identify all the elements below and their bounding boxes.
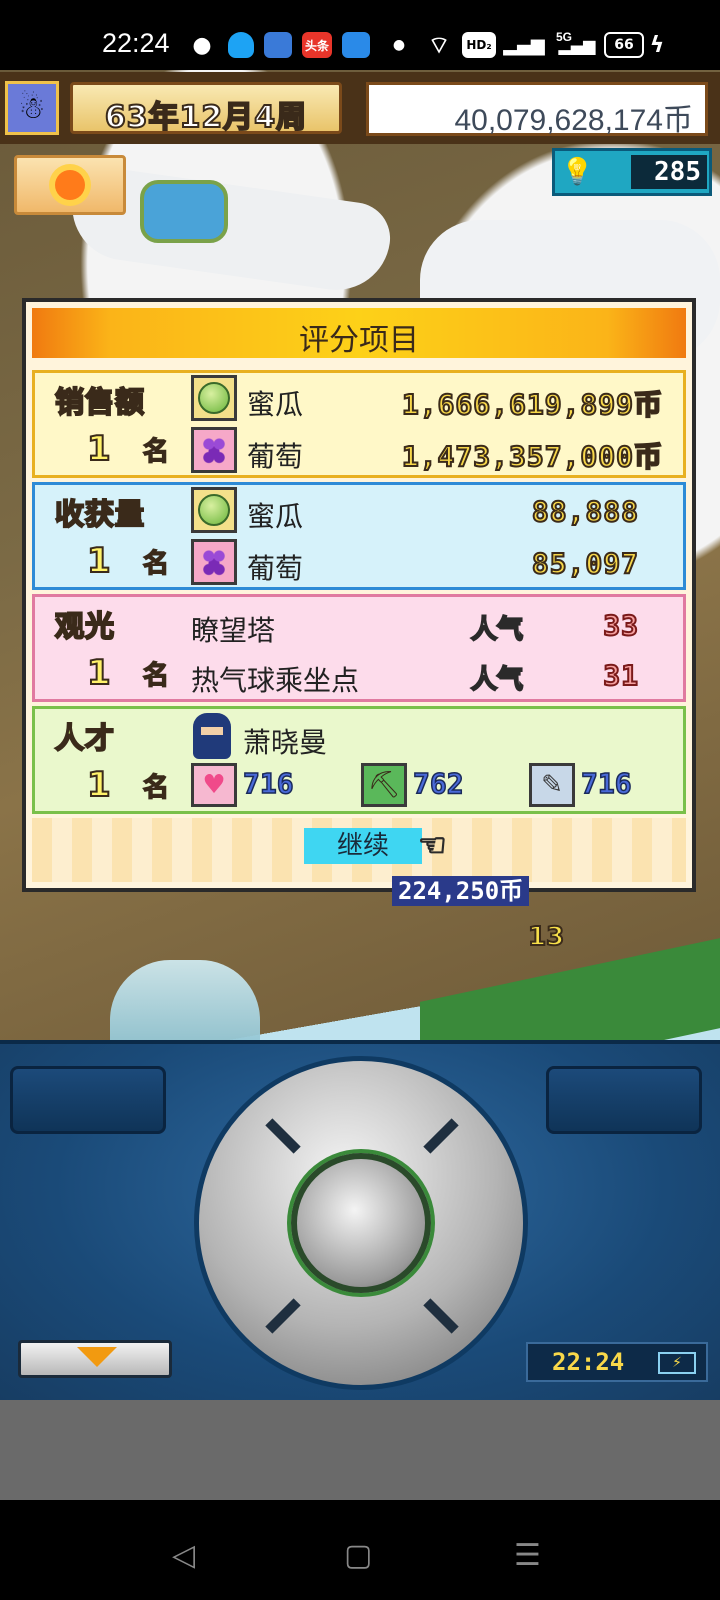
tourism-category-label: 观光 [54, 608, 116, 644]
sales-section: 销售额 1 名 蜜瓜 1,666,619,899币 葡萄 1,473,357,0… [32, 370, 686, 478]
menu-icon[interactable]: ☰ [514, 1538, 541, 1573]
tourism-item-value: 31 [602, 658, 639, 693]
harvest-rank: 1 [86, 540, 112, 582]
stat-value: 762 [412, 766, 464, 801]
tourism-rank-unit: 名 [142, 660, 170, 692]
sales-item-value: 1,666,619,899币 [401, 387, 663, 422]
menu-down-button[interactable] [18, 1340, 172, 1378]
hand-pointer-icon: ☜ [417, 825, 447, 865]
dpad-divider [265, 1118, 301, 1154]
ideas-panel[interactable]: 💡 285 [552, 148, 712, 196]
grape-icon [191, 539, 237, 585]
talent-name: 萧晓曼 [243, 726, 328, 759]
money-amount: 40,079,628,174币 [454, 104, 693, 137]
harvest-item-value: 88,888 [531, 494, 639, 529]
home-icon[interactable]: ▢ [344, 1538, 372, 1573]
sales-item-name: 葡萄 [247, 440, 304, 473]
status-bar: 22:24 ● 头条 ● ⌔ HD₂ ▂▄▆ 5G ▂▄▆ 66 ϟ [0, 0, 720, 70]
floating-money: 224,250币 [392, 876, 530, 906]
melon-icon [191, 487, 237, 533]
talent-section: 人才 1 名 萧晓曼 ♥ 716 ⛏ 762 ✎ 716 [32, 706, 686, 814]
down-arrow-icon [77, 1347, 117, 1367]
harvest-rank-unit: 名 [142, 548, 170, 580]
book-icon: ✎ [529, 763, 575, 807]
dpad-divider [423, 1118, 459, 1154]
talent-rank-unit: 名 [142, 772, 170, 804]
clock-time: 22:24 [552, 1348, 625, 1376]
dpad-divider [265, 1298, 301, 1334]
dpad[interactable] [194, 1056, 528, 1390]
continue-button[interactable]: 继续 [304, 828, 422, 864]
wechat-icon: ● [192, 32, 212, 58]
heart-icon: ♥ [191, 763, 237, 807]
right-shoulder-button[interactable] [546, 1066, 702, 1134]
popularity-label: 人气 [470, 614, 524, 646]
grape-icon [191, 427, 237, 473]
navigation-bar: ◁ ▢ ☰ [0, 1500, 720, 1600]
tourism-item-name: 瞭望塔 [191, 614, 276, 647]
tourism-rank: 1 [86, 652, 112, 694]
toutiao-icon: 头条 [302, 32, 332, 58]
wifi-icon: ⌔ [427, 31, 451, 59]
sales-rank-unit: 名 [142, 436, 170, 468]
date-panel: 63年12月4周 [70, 82, 342, 136]
game-date: 63年12月4周 [104, 99, 308, 136]
qq-icon [228, 32, 254, 58]
battery-charging-icon: ⚡ [658, 1352, 696, 1374]
pond [140, 180, 228, 243]
gray-band [0, 1400, 720, 1500]
app-icon [264, 32, 292, 58]
charging-icon: ϟ [649, 32, 665, 58]
harvest-category-label: 收获量 [54, 496, 146, 532]
continue-area: 继续 ☜ [32, 818, 686, 882]
weather-button[interactable] [14, 155, 126, 215]
hd-icon: HD₂ [462, 32, 496, 58]
ninja-avatar-icon [193, 713, 231, 759]
controller-clock: 22:24 ⚡ [526, 1342, 708, 1382]
left-shoulder-button[interactable] [10, 1066, 166, 1134]
floating-number: 13 [527, 921, 565, 953]
snowman-avatar-icon[interactable]: ☃ [5, 81, 59, 135]
melon-icon [191, 375, 237, 421]
status-time: 22:24 [102, 28, 170, 58]
stat-value: 716 [242, 766, 294, 801]
dialog-title: 评分项目 [299, 323, 419, 358]
popularity-label: 人气 [470, 664, 524, 696]
dialog-header: 评分项目 [32, 308, 686, 358]
talent-category-label: 人才 [54, 720, 116, 756]
dpad-center-button[interactable] [291, 1153, 431, 1293]
harvest-section: 收获量 1 名 蜜瓜 88,888 葡萄 85,097 [32, 482, 686, 590]
harvest-item-value: 85,097 [531, 546, 639, 581]
money-panel: 40,079,628,174币 [366, 82, 708, 137]
sales-category-label: 销售额 [54, 384, 146, 420]
harvest-item-name: 蜜瓜 [247, 500, 304, 533]
sales-rank: 1 [86, 428, 112, 470]
tourism-section: 观光 1 名 瞭望塔 人气 33 热气球乘坐点 人气 31 [32, 594, 686, 702]
dpad-divider [423, 1298, 459, 1334]
app2-icon [342, 32, 370, 58]
back-icon[interactable]: ◁ [172, 1538, 195, 1573]
hoe-icon: ⛏ [361, 763, 407, 807]
rating-dialog: 评分项目 销售额 1 名 蜜瓜 1,666,619,899币 葡萄 1,473,… [22, 298, 696, 892]
5g-signal-icon: ▂▄▆ [558, 35, 596, 55]
battery-icon: 66 [604, 32, 644, 58]
tourism-item-value: 33 [602, 608, 639, 643]
controller-panel: 22:24 ⚡ [0, 1040, 720, 1400]
sun-icon [55, 170, 85, 200]
lightbulb-icon: 💡 [561, 157, 594, 187]
dot-icon: ● [392, 37, 406, 53]
signal-icon: ▂▄▆ [503, 34, 545, 56]
harvest-item-name: 葡萄 [247, 552, 304, 585]
stat-value: 716 [580, 766, 632, 801]
sales-item-value: 1,473,357,000币 [401, 439, 663, 474]
ideas-count: 285 [631, 155, 707, 189]
talent-rank: 1 [86, 764, 112, 806]
tourism-item-name: 热气球乘坐点 [191, 664, 360, 697]
sales-item-name: 蜜瓜 [247, 388, 304, 421]
